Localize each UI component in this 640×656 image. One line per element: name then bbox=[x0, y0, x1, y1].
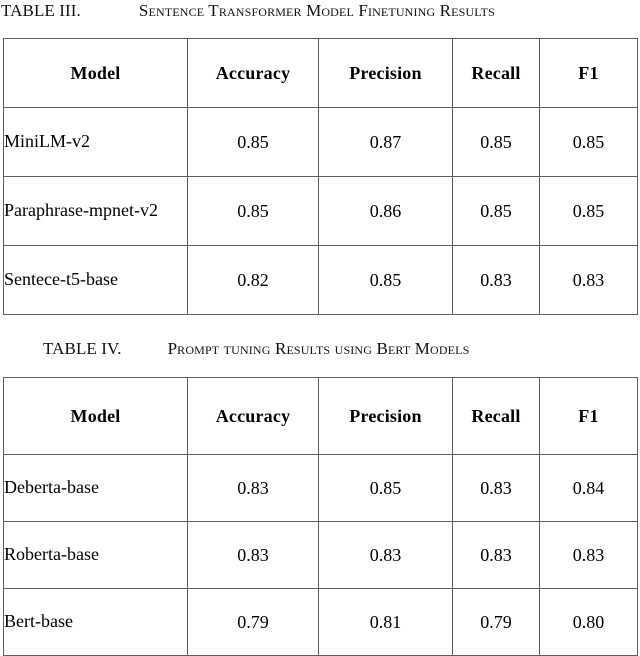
cell-precision: 0.85 bbox=[318, 245, 453, 315]
column-header-model: Model bbox=[3, 377, 188, 455]
table-row: Roberta-base 0.83 0.83 0.83 0.83 bbox=[3, 521, 638, 589]
column-header-f1: F1 bbox=[539, 38, 638, 108]
cell-recall: 0.83 bbox=[452, 521, 540, 589]
table-row: Sentece-t5-base 0.82 0.85 0.83 0.83 bbox=[3, 245, 638, 315]
column-header-model: Model bbox=[3, 38, 188, 108]
cell-model: Sentece-t5-base bbox=[3, 245, 188, 315]
cell-f1: 0.83 bbox=[539, 521, 638, 589]
cell-recall: 0.83 bbox=[452, 454, 540, 522]
cell-accuracy: 0.85 bbox=[187, 107, 319, 177]
column-header-precision: Precision bbox=[318, 377, 453, 455]
cell-f1: 0.80 bbox=[539, 588, 638, 656]
cell-recall: 0.83 bbox=[452, 245, 540, 315]
cell-accuracy: 0.82 bbox=[187, 245, 319, 315]
cell-model: Deberta-base bbox=[3, 454, 188, 522]
table-3-caption: TABLE III. Sentence Transformer Model Fi… bbox=[1, 1, 495, 21]
cell-accuracy: 0.83 bbox=[187, 454, 319, 522]
cell-recall: 0.85 bbox=[452, 176, 540, 246]
cell-accuracy: 0.85 bbox=[187, 176, 319, 246]
cell-f1: 0.85 bbox=[539, 176, 638, 246]
sentence-transformer-results-table: Model Accuracy Precision Recall F1 MiniL… bbox=[3, 38, 638, 315]
table-4-caption-title: Prompt tuning Results using Bert Models bbox=[167, 339, 470, 358]
table-3-caption-label: TABLE III. bbox=[1, 1, 81, 20]
cell-recall: 0.85 bbox=[452, 107, 540, 177]
cell-precision: 0.83 bbox=[318, 521, 453, 589]
table-4-caption: TABLE IV. Prompt tuning Results using Be… bbox=[43, 339, 470, 359]
column-header-precision: Precision bbox=[318, 38, 453, 108]
cell-model: Bert-base bbox=[3, 588, 188, 656]
column-header-recall: Recall bbox=[452, 377, 540, 455]
cell-recall: 0.79 bbox=[452, 588, 540, 656]
prompt-tuning-bert-results-table: Model Accuracy Precision Recall F1 Deber… bbox=[3, 377, 638, 656]
table-4-caption-label: TABLE IV. bbox=[43, 339, 122, 358]
cell-precision: 0.85 bbox=[318, 454, 453, 522]
cell-accuracy: 0.83 bbox=[187, 521, 319, 589]
cell-precision: 0.87 bbox=[318, 107, 453, 177]
column-header-f1: F1 bbox=[539, 377, 638, 455]
table-row: MiniLM-v2 0.85 0.87 0.85 0.85 bbox=[3, 107, 638, 177]
cell-f1: 0.85 bbox=[539, 107, 638, 177]
cell-precision: 0.81 bbox=[318, 588, 453, 656]
table-header-row: Model Accuracy Precision Recall F1 bbox=[3, 38, 638, 108]
table-row: Paraphrase-mpnet-v2 0.85 0.86 0.85 0.85 bbox=[3, 176, 638, 246]
cell-model: MiniLM-v2 bbox=[3, 107, 188, 177]
column-header-accuracy: Accuracy bbox=[187, 38, 319, 108]
table-3-caption-title: Sentence Transformer Model Finetuning Re… bbox=[138, 1, 495, 20]
column-header-accuracy: Accuracy bbox=[187, 377, 319, 455]
column-header-recall: Recall bbox=[452, 38, 540, 108]
cell-f1: 0.83 bbox=[539, 245, 638, 315]
cell-model: Paraphrase-mpnet-v2 bbox=[3, 176, 188, 246]
table-row: Deberta-base 0.83 0.85 0.83 0.84 bbox=[3, 454, 638, 522]
cell-model: Roberta-base bbox=[3, 521, 188, 589]
cell-precision: 0.86 bbox=[318, 176, 453, 246]
document-page: TABLE III. Sentence Transformer Model Fi… bbox=[0, 0, 640, 656]
cell-f1: 0.84 bbox=[539, 454, 638, 522]
table-header-row: Model Accuracy Precision Recall F1 bbox=[3, 377, 638, 455]
table-row: Bert-base 0.79 0.81 0.79 0.80 bbox=[3, 588, 638, 656]
cell-accuracy: 0.79 bbox=[187, 588, 319, 656]
